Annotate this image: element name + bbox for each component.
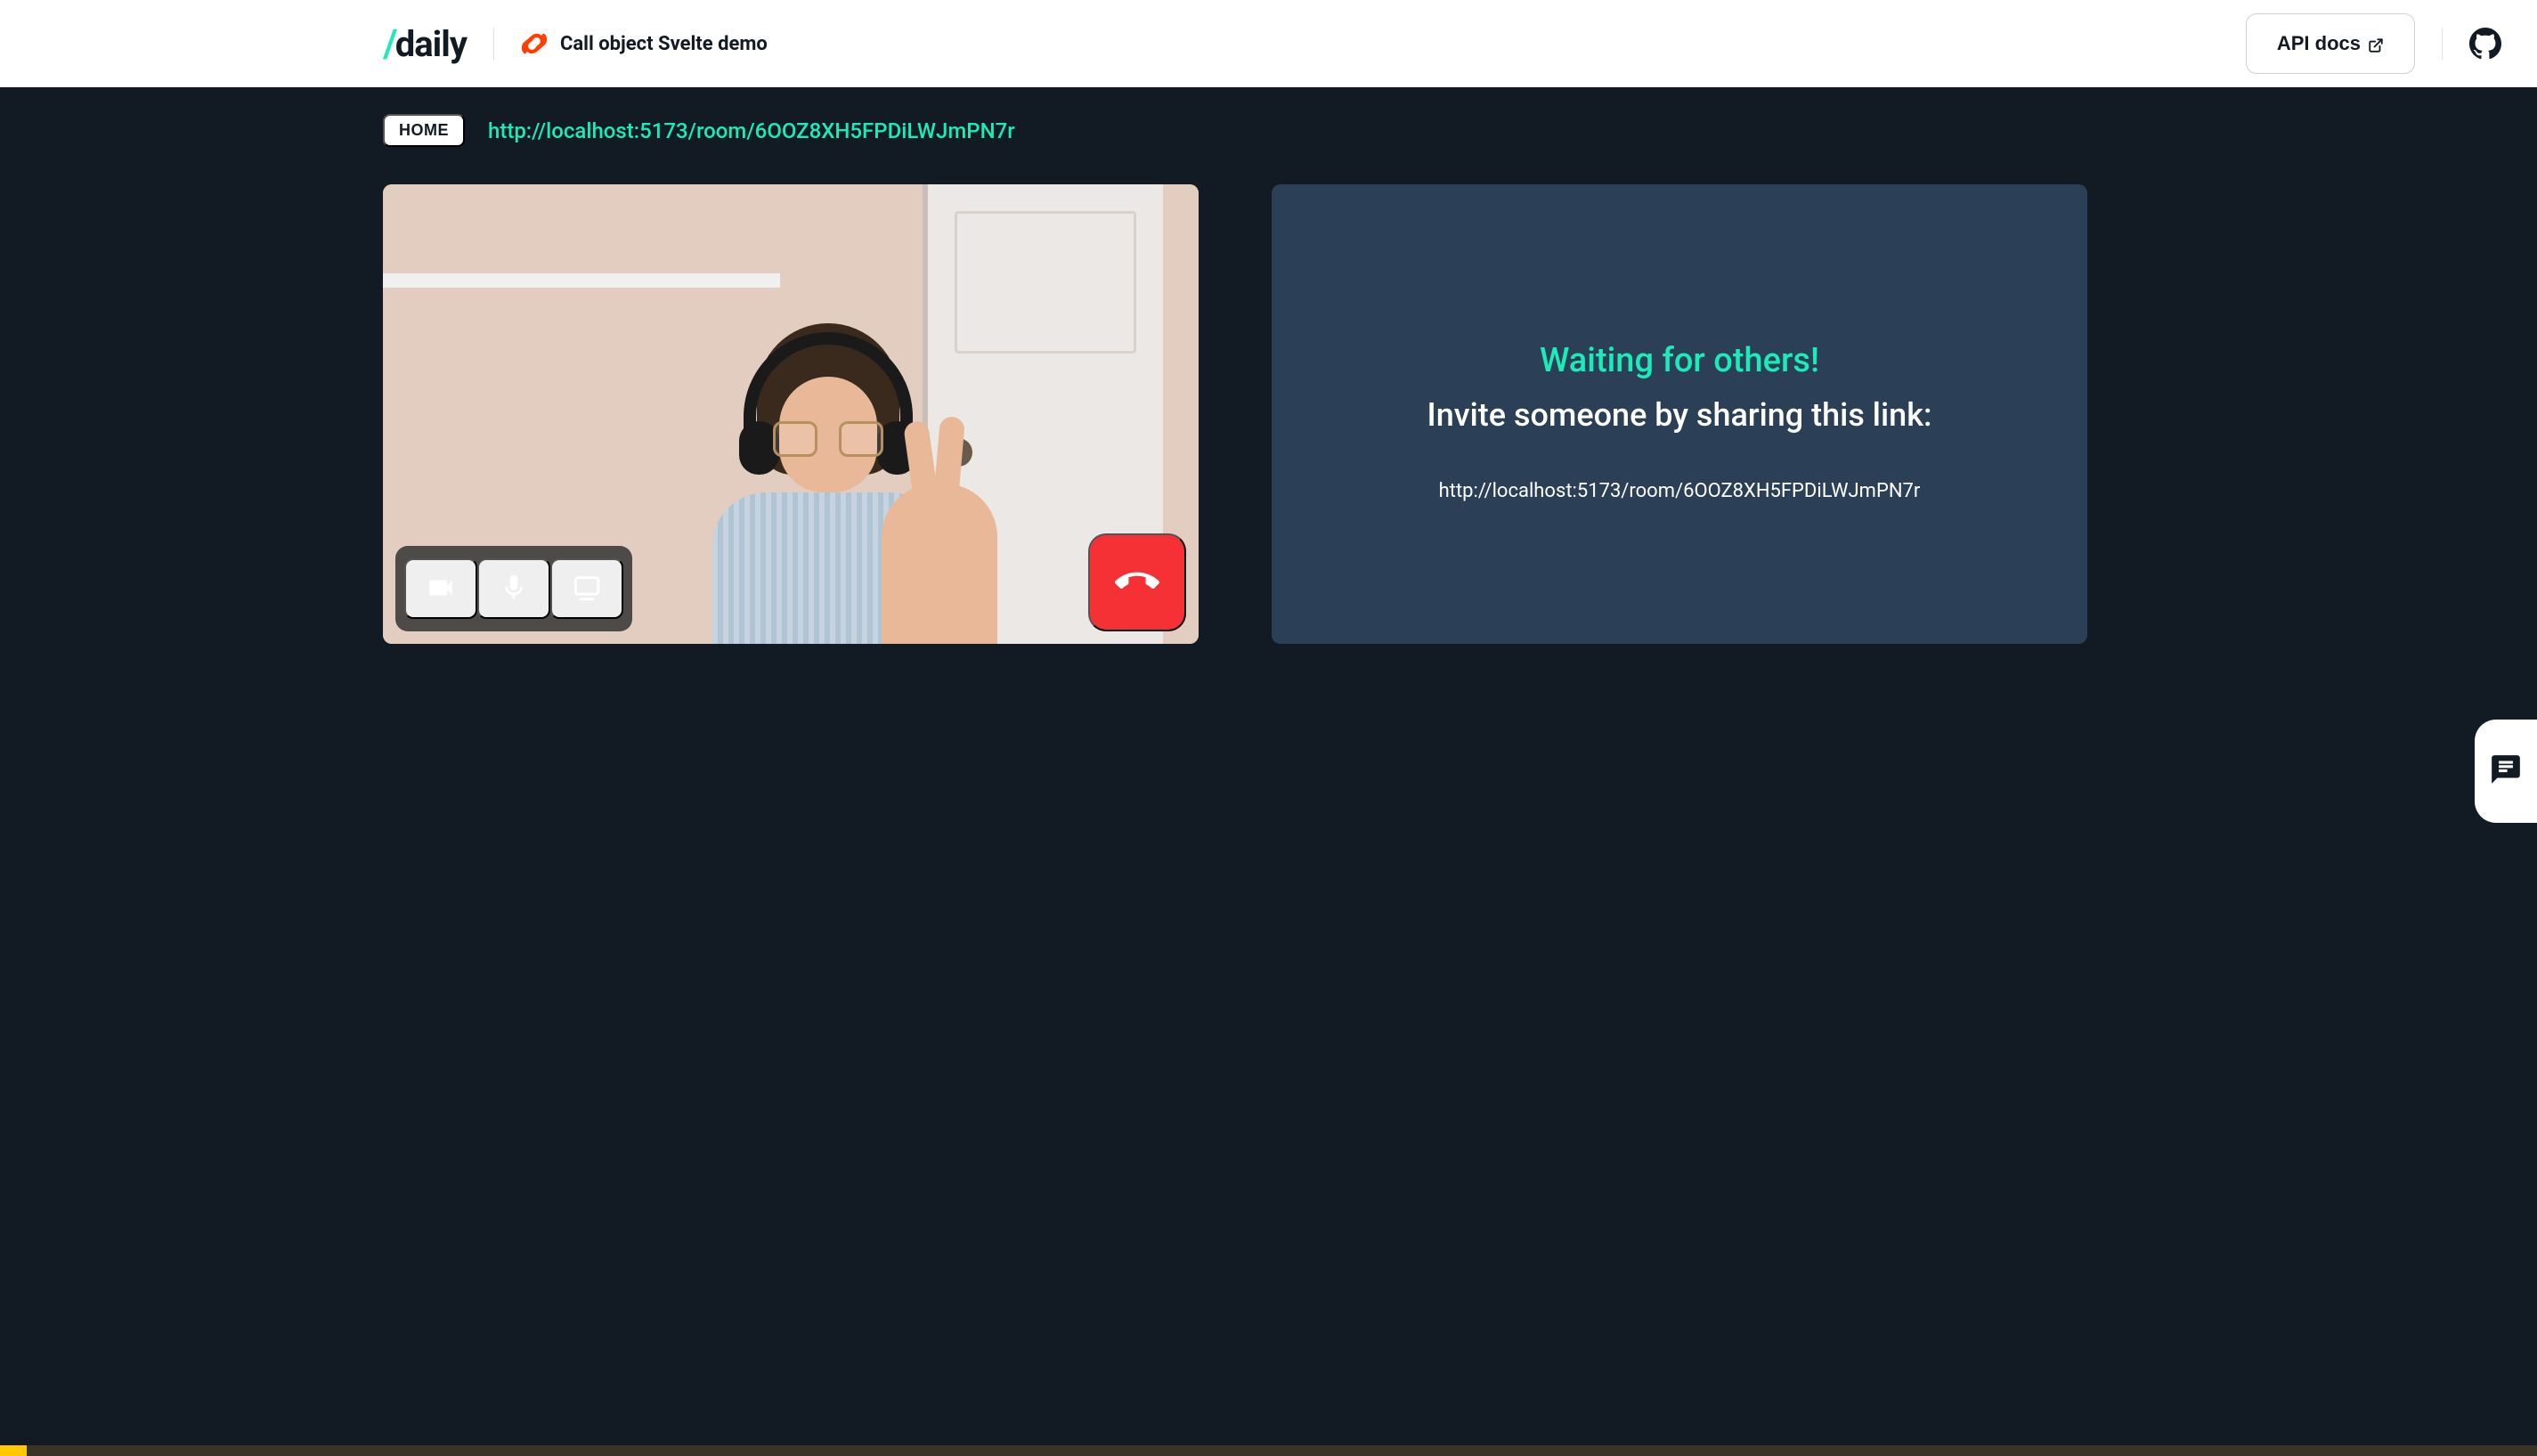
waiting-subtitle: Invite someone by sharing this link: [1427,396,1932,434]
call-controls [395,533,1186,631]
waiting-share-link: http://localhost:5173/room/6OOZ8XH5FPDiL… [1439,480,1921,502]
hangup-icon [1115,559,1159,606]
microphone-icon [499,573,529,606]
api-docs-button[interactable]: API docs [2246,13,2415,74]
page-title: Call object Svelte demo [560,33,768,55]
room-url-text: http://localhost:5173/room/6OOZ8XH5FPDiL… [488,118,1015,143]
github-icon [2469,28,2501,60]
github-link[interactable] [2469,28,2501,60]
header-divider-right [2442,28,2443,60]
camera-toggle-button[interactable] [404,558,477,619]
screenshare-toggle-button[interactable] [550,558,623,619]
external-link-icon [2368,36,2384,52]
controls-tray [395,546,632,631]
svelte-section: Call object Svelte demo [521,30,768,57]
bottom-bar-accent [0,1445,27,1456]
header-divider [493,28,494,60]
waiting-title: Waiting for others! [1540,341,1819,380]
app-header: / daily Call object Svelte demo API docs [0,0,2537,87]
header-right: API docs [2246,13,2501,74]
home-button[interactable]: HOME [383,114,465,147]
breadcrumb: HOME http://localhost:5173/room/6OOZ8XH5… [383,114,2154,147]
svelte-icon [521,30,548,57]
bottom-bar [0,1445,2537,1456]
waiting-tile: Waiting for others! Invite someone by sh… [1272,184,2087,644]
video-grid: Waiting for others! Invite someone by sh… [383,184,2154,644]
api-docs-label: API docs [2277,32,2361,55]
daily-logo[interactable]: / daily [383,20,467,67]
logo-text: daily [395,23,467,65]
screenshare-icon [572,573,602,606]
chat-icon [2489,752,2523,790]
camera-icon [426,573,456,606]
header-left: / daily Call object Svelte demo [0,20,768,67]
local-video-tile [383,184,1199,644]
chat-toggle-button[interactable] [2475,720,2537,823]
mic-toggle-button[interactable] [477,558,550,619]
main-content: HOME http://localhost:5173/room/6OOZ8XH5… [0,87,2537,644]
hangup-button[interactable] [1088,533,1186,631]
